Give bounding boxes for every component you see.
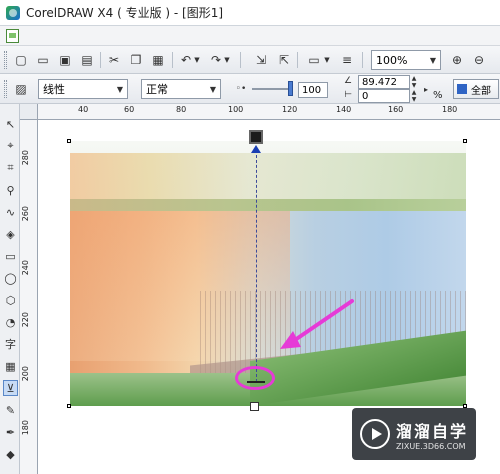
annotation-arrow-icon — [280, 299, 354, 349]
watermark-brand: 溜溜自学 — [396, 421, 469, 441]
watermark-url: ZIXUE.3D66.COM — [396, 441, 466, 451]
watermark: 溜溜自学 ZIXUE.3D66.COM — [352, 408, 476, 460]
play-logo-icon — [360, 419, 390, 449]
annotation-arrow-layer — [280, 299, 354, 349]
